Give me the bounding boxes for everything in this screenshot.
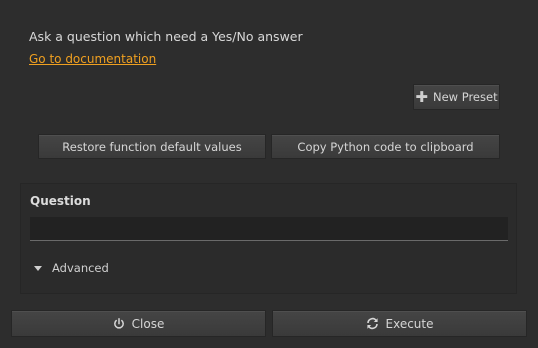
question-input[interactable]	[30, 217, 508, 241]
function-description: Ask a question which need a Yes/No answe…	[29, 29, 303, 44]
plus-icon: ✚	[415, 87, 428, 106]
close-label: Close	[131, 316, 165, 331]
advanced-label: Advanced	[52, 261, 109, 275]
restore-defaults-button[interactable]: Restore function default values	[38, 134, 266, 159]
execute-button[interactable]: Execute	[272, 310, 527, 337]
new-preset-button[interactable]: ✚ New Preset	[413, 84, 500, 110]
power-icon	[113, 317, 125, 330]
refresh-icon	[366, 317, 379, 330]
restore-defaults-label: Restore function default values	[62, 139, 242, 154]
copy-python-button[interactable]: Copy Python code to clipboard	[271, 134, 500, 159]
new-preset-label: New Preset	[432, 90, 498, 104]
question-label: Question	[30, 194, 91, 208]
execute-label: Execute	[385, 316, 434, 331]
advanced-toggle[interactable]: Advanced	[34, 261, 109, 275]
parameters-panel: Question Advanced	[20, 183, 517, 294]
close-button[interactable]: Close	[11, 310, 266, 337]
triangle-down-icon	[34, 265, 42, 271]
copy-python-label: Copy Python code to clipboard	[297, 139, 474, 154]
documentation-link[interactable]: Go to documentation	[29, 52, 156, 66]
